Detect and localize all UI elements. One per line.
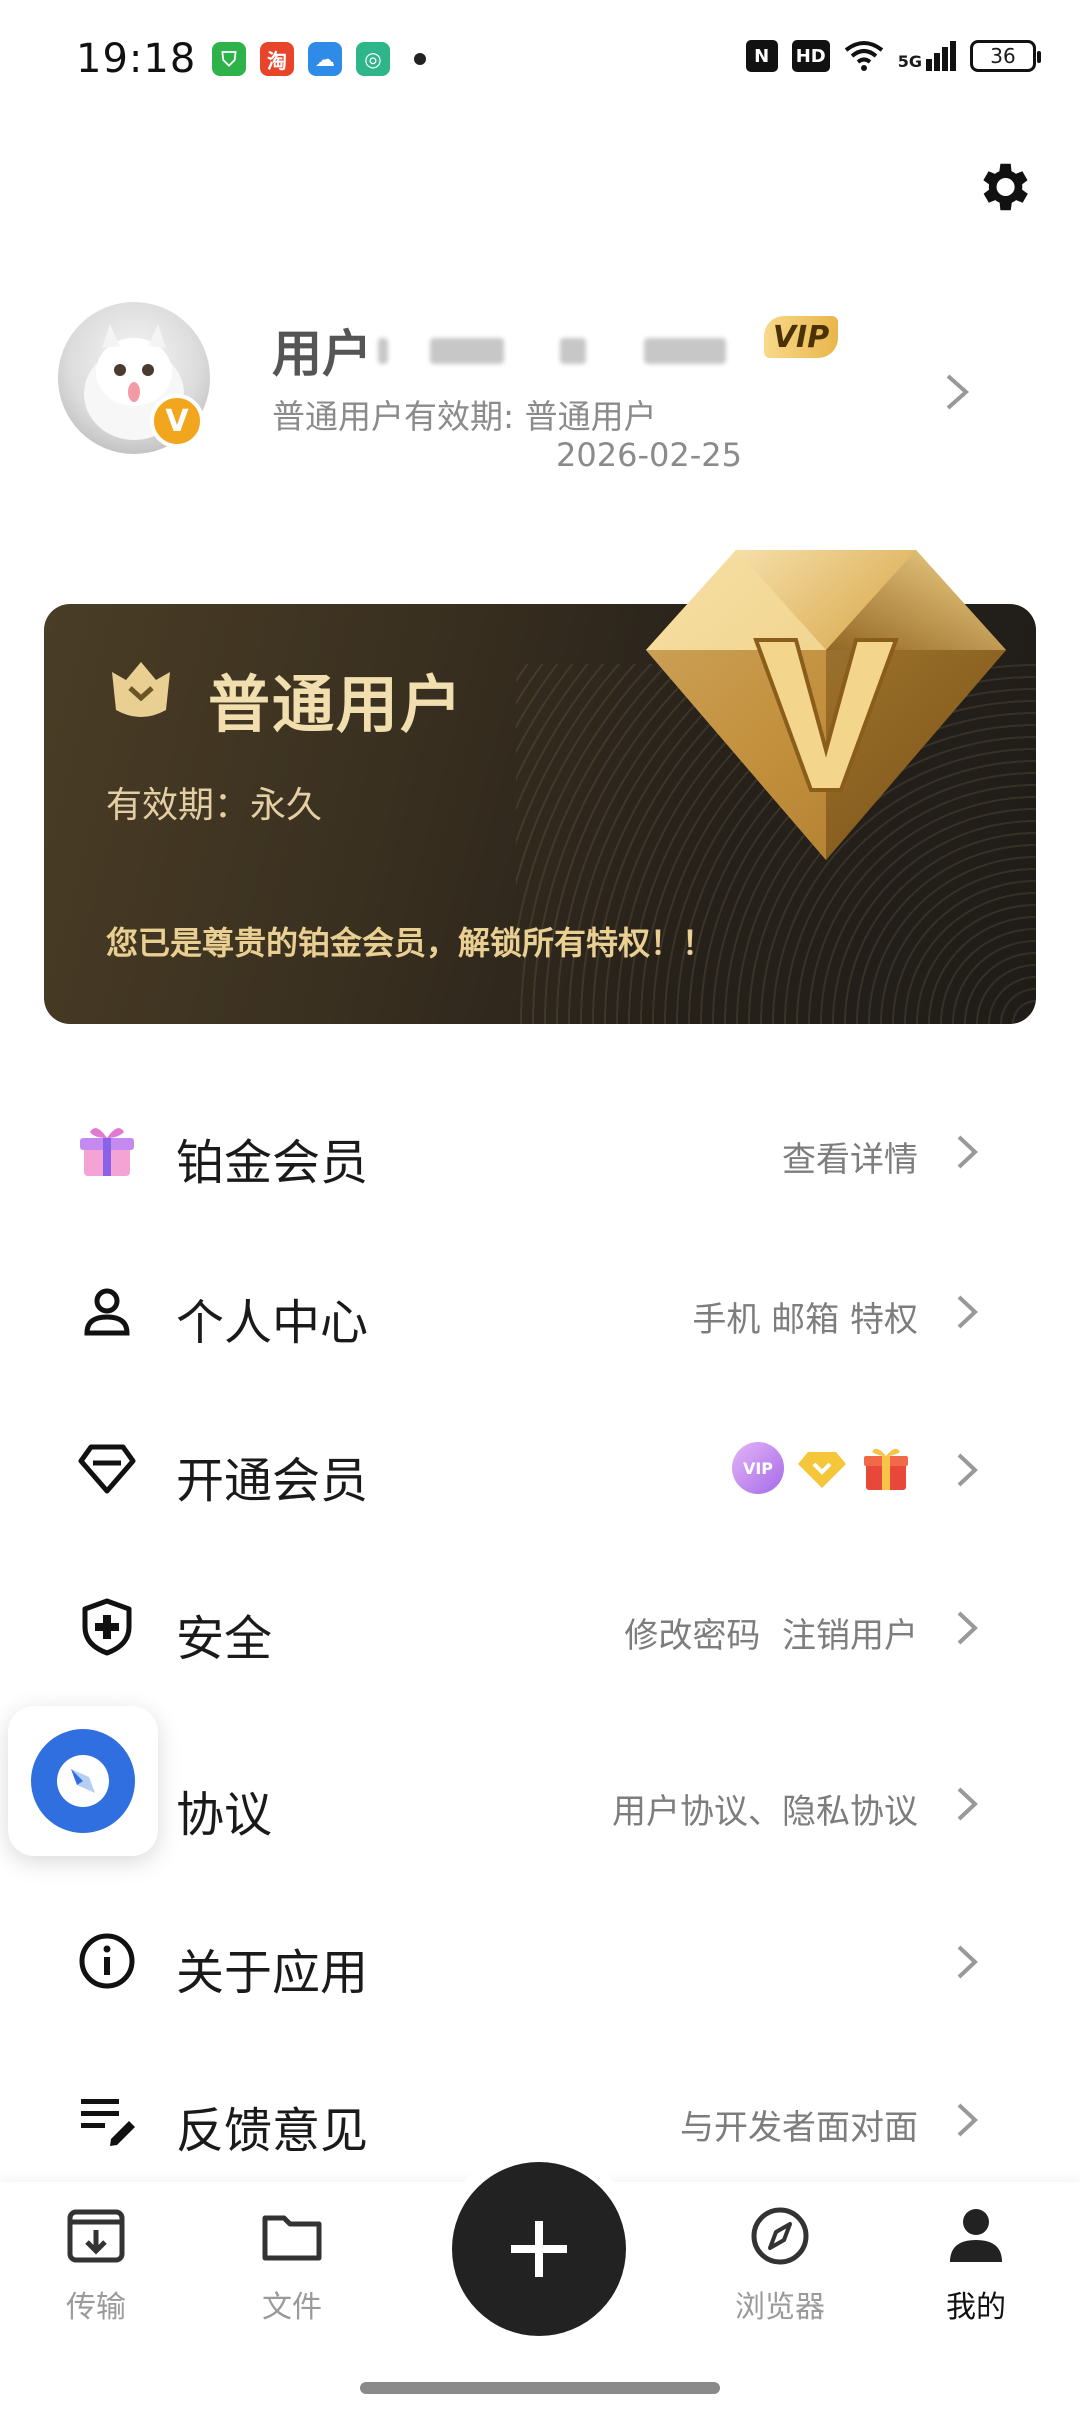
nav-label: 浏览器 xyxy=(735,2290,825,2325)
nav-label: 我的 xyxy=(946,2290,1006,2325)
menu-hint: 与开发者面对面 xyxy=(680,2108,918,2148)
add-button[interactable] xyxy=(452,2162,626,2336)
edit-list-icon xyxy=(74,2086,140,2152)
redacted-name-part xyxy=(560,338,586,364)
download-box-icon xyxy=(67,2209,125,2263)
shield-app-icon: ⛉ xyxy=(212,42,246,76)
chevron-right-icon xyxy=(946,374,970,410)
menu-label: 铂金会员 xyxy=(176,1135,369,1191)
nav-browser[interactable]: 浏览器 xyxy=(720,2204,840,2344)
status-time: 19:18 xyxy=(76,36,197,82)
plus-icon xyxy=(511,2221,567,2277)
nav-label: 文件 xyxy=(262,2290,322,2325)
shield-plus-icon xyxy=(74,1594,140,1660)
settings-button[interactable] xyxy=(968,152,1038,222)
membership-badges: VIP xyxy=(732,1442,912,1494)
chevron-right-icon xyxy=(957,1787,978,1821)
chevron-right-icon xyxy=(957,1945,978,1979)
menu-label: 关于应用 xyxy=(176,1945,369,2001)
compass-icon xyxy=(751,2207,809,2265)
username: 用户 xyxy=(272,325,372,383)
menu-hint: 用户协议、隐私协议 xyxy=(612,1792,918,1832)
menu-label: 协议 xyxy=(176,1787,273,1843)
profile-header[interactable]: V 用户 VIP 普通用户有效期: 普通用户 2026-02-25 xyxy=(0,290,1080,490)
menu-hint: 修改密码 注销用户 xyxy=(624,1616,918,1656)
menu-label: 开通会员 xyxy=(176,1453,369,1509)
hd-icon: HD xyxy=(791,40,830,72)
system-icons: N HD 5G 36 xyxy=(745,40,1041,72)
menu-label: 反馈意见 xyxy=(176,2103,369,2159)
compass-float-icon xyxy=(31,1729,135,1833)
menu-item-about[interactable]: 关于应用 xyxy=(0,1906,1080,2016)
floating-assistant-button[interactable] xyxy=(8,1706,158,1856)
card-validity: 有效期：永久 xyxy=(106,785,323,826)
vip-badge-icon: VIP xyxy=(732,1442,784,1494)
menu-item-personal-center[interactable]: 个人中心 手机 邮箱 特权 xyxy=(0,1256,1080,1366)
person-icon xyxy=(74,1278,140,1344)
membership-subtitle: 普通用户有效期: 普通用户 xyxy=(272,397,657,436)
gold-diamond-badge-icon xyxy=(798,1452,846,1488)
card-message: 您已是尊贵的铂金会员，解锁所有特权！！ xyxy=(106,924,715,962)
menu-label: 安全 xyxy=(176,1611,273,1667)
spiral-app-icon: ◎ xyxy=(356,42,390,76)
diamond-icon xyxy=(74,1436,140,1502)
gift-box-icon xyxy=(74,1118,140,1184)
nav-label: 传输 xyxy=(66,2290,126,2325)
chevron-right-icon xyxy=(957,1453,978,1487)
more-notifications-dot xyxy=(414,53,426,65)
battery-level: 36 xyxy=(990,44,1016,68)
nav-transfer[interactable]: 传输 xyxy=(36,2204,156,2344)
cloud-app-icon: ☁ xyxy=(308,42,342,76)
menu-item-security[interactable]: 安全 修改密码 注销用户 xyxy=(0,1572,1080,1682)
menu-item-platinum[interactable]: 铂金会员 查看详情 xyxy=(0,1096,1080,1206)
menu-item-open-membership[interactable]: 开通会员 VIP xyxy=(0,1414,1080,1524)
info-icon xyxy=(74,1928,140,1994)
menu-label: 个人中心 xyxy=(176,1295,369,1351)
chevron-right-icon xyxy=(957,1295,978,1329)
chevron-right-icon xyxy=(957,1135,978,1169)
signal-icon: 5G xyxy=(898,41,956,71)
card-title: 普通用户 xyxy=(208,668,465,741)
chevron-right-icon xyxy=(957,2103,978,2137)
wifi-icon xyxy=(844,41,883,71)
notification-icons: ⛉ 淘 ☁ ◎ xyxy=(212,42,426,76)
membership-expiry: 2026-02-25 xyxy=(556,436,742,474)
red-gift-badge-icon xyxy=(864,1448,908,1490)
home-indicator[interactable] xyxy=(360,2382,720,2394)
gear-icon xyxy=(983,163,1028,211)
taobao-app-icon: 淘 xyxy=(260,42,294,76)
nav-mine[interactable]: 我的 xyxy=(916,2204,1036,2344)
bottom-navigation: 传输 文件 浏览器 我的 xyxy=(0,2162,1080,2412)
redacted-name-part xyxy=(378,338,388,364)
nfc-icon: N xyxy=(745,40,778,72)
vip-tag: VIP xyxy=(764,316,838,358)
gold-diamond-icon xyxy=(646,550,1006,860)
chevron-right-icon xyxy=(957,1611,978,1645)
status-bar: 19:18 ⛉ 淘 ☁ ◎ N HD 5G 36 xyxy=(0,0,1080,120)
redacted-name-part xyxy=(430,338,504,364)
user-icon xyxy=(950,2209,1002,2262)
menu-hint: 手机 邮箱 特权 xyxy=(692,1300,918,1340)
network-type-label: 5G xyxy=(897,52,922,71)
folder-icon xyxy=(262,2215,322,2261)
crown-shield-icon xyxy=(112,662,170,717)
battery-icon: 36 xyxy=(970,40,1041,72)
menu-hint: 查看详情 xyxy=(782,1140,918,1180)
vip-avatar-badge: V xyxy=(150,394,204,448)
menu-item-feedback[interactable]: 反馈意见 与开发者面对面 xyxy=(0,2064,1080,2174)
redacted-name-part xyxy=(644,338,726,364)
menu-item-agreement[interactable]: 协议 用户协议、隐私协议 xyxy=(0,1748,1080,1858)
nav-files[interactable]: 文件 xyxy=(232,2204,352,2344)
